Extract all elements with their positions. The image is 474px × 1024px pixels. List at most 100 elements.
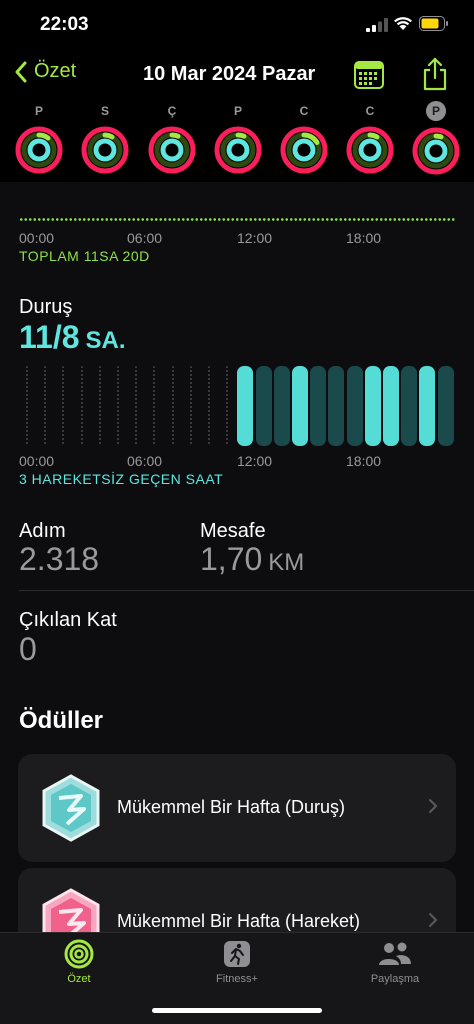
floors-label: Çıkılan Kat: [19, 609, 117, 631]
distance-number: 1,70: [200, 541, 263, 577]
stand-hours-chart: [19, 366, 459, 446]
activity-ring-icon: [346, 126, 394, 174]
distance-label: Mesafe: [200, 520, 266, 542]
stand-hour-bar: [171, 366, 174, 446]
stand-time-axis: 00:00 06:00 12:00 18:00: [19, 453, 459, 469]
running-figure-icon: [224, 941, 250, 967]
share-icon[interactable]: [422, 57, 448, 91]
stand-hour-bar: [117, 366, 119, 446]
activity-ring-icon: [412, 127, 460, 175]
axis-tick: 18:00: [346, 230, 382, 246]
idle-hours-label: 3 HAREKETSİZ GEÇEN SAAT: [19, 471, 224, 487]
stand-hour-bar: [44, 366, 47, 446]
awards-section-title: Ödüller: [19, 707, 104, 734]
back-button[interactable]: Özet: [14, 60, 76, 83]
activity-ring-icon: [15, 126, 63, 174]
distance-unit: KM: [268, 549, 305, 576]
stand-hour-bar: [292, 366, 308, 446]
day-item[interactable]: S: [80, 102, 130, 179]
day-letter: C: [299, 104, 309, 118]
stand-hour-bar: [346, 366, 363, 446]
tab-label: Paylaşma: [370, 973, 420, 985]
cellular-signal-icon: [366, 18, 388, 32]
award-card[interactable]: Mükemmel Bir Hafta (Duruş): [18, 754, 456, 862]
tab-label: Fitness+: [216, 973, 258, 985]
stand-hour-bar: [135, 366, 138, 446]
stand-hour-bar: [208, 366, 210, 446]
axis-tick: 18:00: [346, 453, 382, 469]
status-bar: 22:03: [0, 0, 474, 50]
activity-ring-icon: [148, 126, 196, 174]
stand-hour-bar: [226, 366, 229, 446]
stand-label: Duruş: [19, 296, 73, 318]
award-badge-icon: [42, 774, 100, 842]
day-item[interactable]: Ç: [147, 102, 197, 179]
navigation-bar: Özet 10 Mar 2024 Pazar: [0, 52, 474, 98]
activity-ring-icon: [214, 126, 262, 174]
award-name: Mükemmel Bir Hafta (Hareket): [117, 911, 361, 931]
steps-label: Adım: [19, 520, 66, 542]
day-letter: P: [233, 104, 242, 118]
day-item[interactable]: C: [279, 102, 329, 179]
stand-hour-bar: [419, 366, 436, 446]
day-item[interactable]: P: [213, 102, 263, 179]
stand-hour-bar: [273, 366, 290, 446]
day-letter-today: P: [426, 101, 446, 121]
floors-value: 0: [19, 631, 37, 667]
chevron-right-icon: [429, 799, 438, 813]
distance-value: 1,70 KM: [200, 541, 304, 578]
tab-summary[interactable]: Özet: [24, 939, 134, 985]
activity-ring-icon: [81, 126, 129, 174]
back-label: Özet: [34, 60, 77, 82]
activity-timeline-dots: [19, 218, 455, 221]
stand-hour-bar: [364, 366, 381, 446]
page-title: 10 Mar 2024 Pazar: [143, 63, 316, 85]
stand-hour-bar: [383, 366, 399, 446]
chevron-left-icon: [15, 61, 27, 82]
axis-tick: 12:00: [237, 230, 273, 246]
axis-tick: 00:00: [19, 453, 55, 469]
home-indicator: [152, 1008, 322, 1013]
stand-hour-bar: [401, 366, 418, 446]
stand-hour-bar: [26, 366, 28, 446]
activity-rings-icon: [64, 939, 94, 969]
battery-icon: [419, 16, 448, 31]
stand-hour-bar: [189, 366, 192, 446]
axis-tick: 12:00: [237, 453, 273, 469]
axis-tick: 00:00: [19, 230, 55, 246]
chevron-right-icon: [429, 913, 438, 927]
tab-fitness-plus[interactable]: Fitness+: [182, 939, 292, 985]
stand-hour-bar: [310, 366, 327, 446]
wifi-icon: [394, 17, 412, 30]
divider: [19, 590, 474, 591]
day-item[interactable]: C: [345, 102, 395, 179]
steps-value: 2.318: [19, 541, 100, 577]
tab-label: Özet: [67, 973, 91, 985]
stand-value: 11/8 SA.: [19, 319, 126, 356]
stand-hour-bar: [62, 366, 65, 446]
calendar-icon[interactable]: [354, 61, 384, 89]
day-item[interactable]: P: [14, 102, 64, 179]
day-letter: P: [34, 104, 43, 118]
day-letter: Ç: [167, 104, 177, 118]
axis-tick: 06:00: [127, 453, 163, 469]
day-letter: S: [100, 104, 109, 118]
axis-tick: 06:00: [127, 230, 163, 246]
activity-ring-icon: [280, 126, 328, 174]
day-item-today[interactable]: P: [411, 101, 461, 180]
stand-value-number: 11/8: [19, 319, 80, 355]
stand-hour-bar: [153, 366, 156, 446]
activity-total: TOPLAM 11SA 20D: [19, 248, 150, 264]
stand-hour-bar: [328, 366, 345, 446]
stand-hour-bar: [237, 366, 254, 446]
stand-hour-bar: [255, 366, 272, 446]
stand-hour-bar: [98, 366, 101, 446]
award-name: Mükemmel Bir Hafta (Duruş): [117, 797, 346, 817]
stand-hour-bar: [80, 366, 83, 446]
people-icon: [379, 942, 411, 965]
tab-sharing[interactable]: Paylaşma: [340, 939, 450, 985]
daily-detail-sheet: 00:00 06:00 12:00 18:00 TOPLAM 11SA 20D …: [0, 182, 474, 976]
activity-time-axis: 00:00 06:00 12:00 18:00: [19, 230, 459, 246]
stand-value-unit: SA.: [85, 327, 126, 354]
day-letter: C: [365, 104, 375, 118]
